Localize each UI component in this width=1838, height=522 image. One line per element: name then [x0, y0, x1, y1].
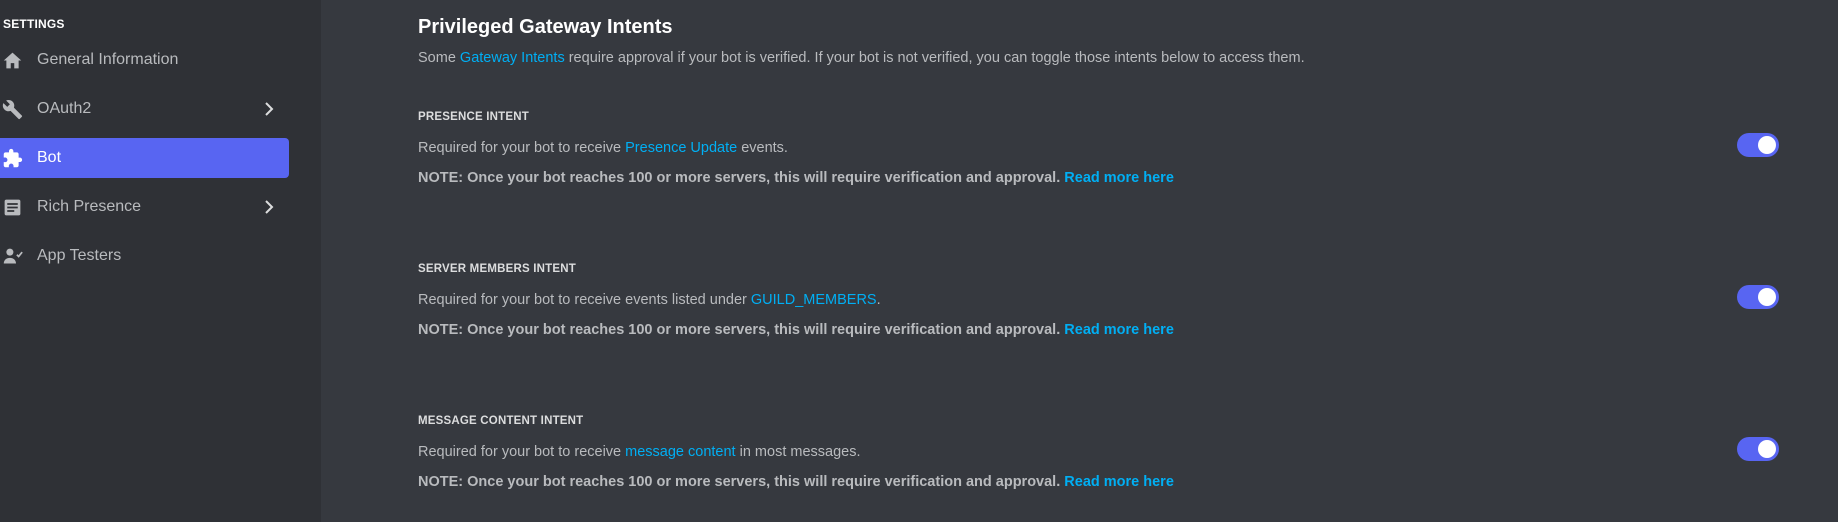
sidebar-item-label: App Testers — [37, 247, 122, 264]
document-icon — [2, 197, 23, 218]
presence-intent-section: PRESENCE INTENT Required for your bot to… — [418, 111, 1778, 186]
intent-description: Required for your bot to receive Presenc… — [418, 140, 1778, 156]
sidebar-item-label: General Information — [37, 51, 179, 68]
puzzle-icon — [2, 148, 23, 169]
page-title: Privileged Gateway Intents — [418, 16, 673, 38]
read-more-link[interactable]: Read more here — [1064, 170, 1174, 186]
sidebar-item-label: Rich Presence — [37, 198, 142, 215]
intent-description-text: Required for your bot to receive — [418, 140, 626, 156]
message-content-intent-toggle[interactable] — [1737, 437, 1779, 461]
intent-note: NOTE: Once your bot reaches 100 or more … — [418, 322, 1778, 338]
sidebar-item-rich-presence[interactable]: Rich Presence — [0, 187, 289, 227]
intent-note: NOTE: Once your bot reaches 100 or more … — [418, 474, 1778, 490]
toggle-knob — [1758, 288, 1776, 306]
server-members-intent-toggle[interactable] — [1737, 285, 1779, 309]
gateway-intents-link[interactable]: Gateway Intents — [460, 50, 565, 66]
intent-description-text: events. — [737, 140, 788, 156]
server-members-intent-section: SERVER MEMBERS INTENT Required for your … — [418, 263, 1778, 338]
intent-description-text: in most messages. — [735, 444, 861, 460]
presence-intent-toggle[interactable] — [1737, 133, 1779, 157]
sidebar-heading: SETTINGS — [3, 17, 65, 31]
intent-heading: SERVER MEMBERS INTENT — [418, 263, 576, 275]
person-icon — [2, 246, 23, 267]
read-more-link[interactable]: Read more here — [1064, 322, 1174, 338]
home-icon — [2, 50, 23, 71]
toggle-knob — [1758, 440, 1776, 458]
intent-description-text: Required for your bot to receive — [418, 444, 626, 460]
sidebar-nav: General Information OAuth2 Bot Rich Pres… — [0, 40, 289, 285]
description-text: Some — [418, 50, 460, 66]
main-content: Privileged Gateway Intents Some Gateway … — [321, 0, 1838, 522]
guild-members-link[interactable]: GUILD_MEMBERS — [751, 292, 877, 308]
wrench-icon — [2, 99, 23, 120]
sidebar-item-app-testers[interactable]: App Testers — [0, 236, 289, 276]
message-content-intent-section: MESSAGE CONTENT INTENT Required for your… — [418, 415, 1778, 490]
sidebar-item-label: OAuth2 — [37, 100, 92, 117]
intent-note-text: NOTE: Once your bot reaches 100 or more … — [418, 322, 1065, 338]
app-window: SETTINGS General Information OAuth2 Bot … — [0, 0, 1838, 522]
description-text: require approval if your bot is verified… — [564, 50, 1305, 66]
message-content-link[interactable]: message content — [625, 444, 735, 460]
intent-note: NOTE: Once your bot reaches 100 or more … — [418, 170, 1778, 186]
sidebar-item-general-information[interactable]: General Information — [0, 40, 289, 80]
intent-note-text: NOTE: Once your bot reaches 100 or more … — [418, 170, 1065, 186]
sidebar-item-bot[interactable]: Bot — [0, 138, 289, 178]
sidebar-item-oauth2[interactable]: OAuth2 — [0, 89, 289, 129]
intent-description-text: . — [876, 292, 881, 308]
chevron-right-icon — [261, 101, 277, 117]
intent-note-text: NOTE: Once your bot reaches 100 or more … — [418, 474, 1065, 490]
chevron-right-icon — [261, 199, 277, 215]
section-description: Some Gateway Intents require approval if… — [418, 50, 1305, 66]
intent-heading: MESSAGE CONTENT INTENT — [418, 415, 584, 427]
toggle-knob — [1758, 136, 1776, 154]
sidebar: SETTINGS General Information OAuth2 Bot … — [0, 0, 321, 522]
intent-description-text: Required for your bot to receive events … — [418, 292, 751, 308]
read-more-link[interactable]: Read more here — [1064, 474, 1174, 490]
intent-heading: PRESENCE INTENT — [418, 111, 529, 123]
intent-description: Required for your bot to receive events … — [418, 292, 1778, 308]
intent-description: Required for your bot to receive message… — [418, 444, 1778, 460]
presence-update-link[interactable]: Presence Update — [625, 140, 737, 156]
sidebar-item-label: Bot — [37, 149, 62, 166]
